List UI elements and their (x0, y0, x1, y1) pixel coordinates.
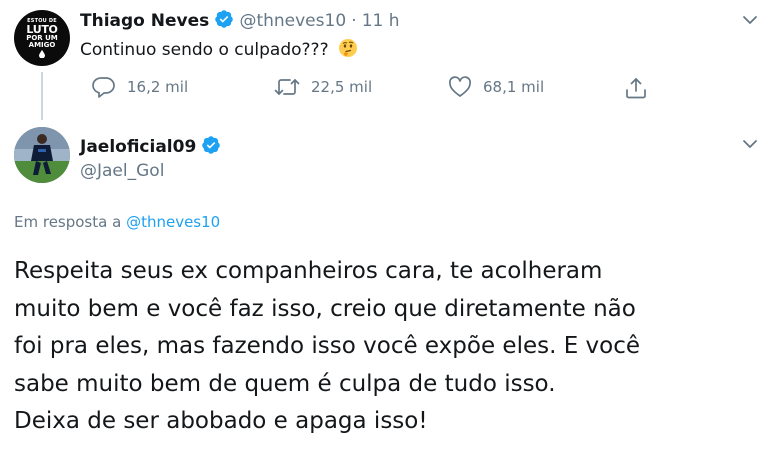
tweet1-text: Continuo sendo o culpado??? (80, 38, 358, 60)
tweet1-actions: 16,2 mil 22,5 mil 68,1 mil (92, 76, 672, 102)
share-button[interactable] (624, 76, 648, 100)
avatar-photo (14, 127, 70, 183)
reply-icon (92, 77, 115, 98)
share-icon (626, 78, 646, 99)
tweet-text-line: Respeita seus ex companheiros cara, te a… (14, 258, 603, 284)
tweet1-header: Thiago Neves @thneves10 · 11 h (80, 9, 400, 31)
retweet-icon (274, 79, 300, 95)
retweet-button[interactable]: 22,5 mil (274, 76, 372, 98)
reply-count: 16,2 mil (127, 78, 189, 96)
author-handle[interactable]: @thneves10 (239, 11, 346, 31)
drop-icon (39, 49, 45, 58)
thinking-face-icon (339, 39, 357, 57)
tweet-text: Continuo sendo o culpado??? (80, 40, 329, 60)
retweet-count: 22,5 mil (311, 78, 373, 96)
reply-handle-link[interactable]: @thneves10 (126, 213, 220, 231)
reply-button[interactable]: 16,2 mil (92, 76, 188, 98)
avatar-text-line: AMIGO (28, 40, 56, 49)
tweet-text-line: Deixa de ser abobado e apaga isso! (14, 408, 428, 434)
avatar-text-line: LUTO (26, 22, 58, 36)
tweet2-text: Respeita seus ex companheiros cara, te a… (14, 253, 764, 441)
reply-prefix: Em resposta a (14, 213, 122, 231)
like-count: 68,1 mil (483, 78, 545, 96)
chevron-down-icon[interactable] (742, 14, 758, 26)
thread-line (41, 72, 43, 120)
tweet-time[interactable]: 11 h (362, 11, 400, 31)
avatar-jael-gol[interactable] (14, 127, 70, 183)
tweet-text-line: muito bem e você faz isso, creio que dir… (14, 295, 636, 322)
tweet-text-line: sabe muito bem de quem é culpa de tudo i… (14, 370, 556, 397)
like-button[interactable]: 68,1 mil (448, 76, 544, 98)
author-name[interactable]: Jaeloficial09 (80, 137, 196, 157)
heart-icon (449, 76, 471, 97)
separator-dot: · (351, 11, 357, 31)
verified-badge-icon (202, 136, 221, 154)
author-name[interactable]: Thiago Neves (80, 11, 209, 31)
avatar-thneves10[interactable]: ESTOU DE LUTO POR UM AMIGO (14, 10, 70, 66)
reply-context: Em resposta a @thneves10 (14, 213, 220, 231)
verified-badge-icon (215, 10, 234, 28)
tweet2-header: Jaeloficial09 (80, 135, 221, 157)
chevron-down-icon[interactable] (742, 138, 758, 150)
author-handle[interactable]: @Jael_Gol (80, 161, 164, 181)
tweet-text-line: foi pra eles, mas fazendo isso você expõ… (14, 333, 641, 359)
